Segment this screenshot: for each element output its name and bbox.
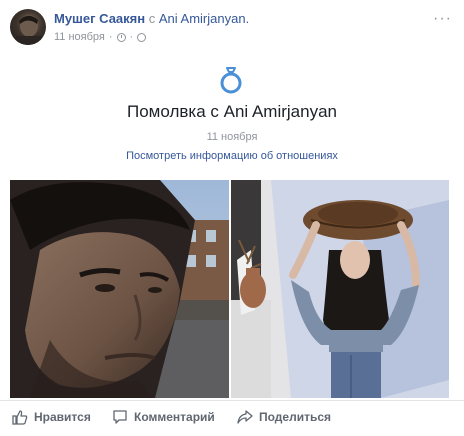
author-name-link[interactable]: Мушег Саакян	[54, 11, 145, 26]
comment-label: Комментарий	[134, 410, 215, 424]
post-date-link[interactable]: 11 ноября	[54, 31, 105, 43]
relationship-info-link[interactable]: Посмотреть информацию об отношениях	[0, 150, 464, 162]
meta-separator: ·	[108, 31, 113, 43]
tagged-person-link[interactable]: Ani Amirjanyan.	[159, 11, 249, 26]
like-button[interactable]: Нравится	[12, 409, 91, 425]
author-connector: с	[148, 11, 156, 26]
more-options-button[interactable]: ···	[433, 10, 452, 28]
author-line: Мушег Саакян с Ani Amirjanyan.	[54, 11, 249, 26]
share-label: Поделиться	[259, 410, 332, 424]
life-event-title: Помолвка с Ani Amirjanyan	[127, 102, 337, 121]
photo-right[interactable]	[231, 180, 449, 398]
thumbs-up-icon	[12, 410, 28, 425]
like-label: Нравится	[34, 410, 91, 424]
post-actions-bar: Нравится Комментарий Поделиться	[0, 400, 464, 436]
share-button[interactable]: Поделиться	[237, 409, 331, 425]
photo-left[interactable]	[10, 180, 229, 398]
clock-icon	[116, 32, 126, 42]
post-meta: 11 ноября · ·	[54, 31, 147, 43]
author-avatar[interactable]	[10, 9, 46, 45]
privacy-icon[interactable]	[137, 32, 147, 42]
share-arrow-icon	[237, 410, 253, 424]
comment-button[interactable]: Комментарий	[112, 409, 215, 425]
meta-separator: ·	[129, 31, 134, 43]
life-event-date: 11 ноября	[206, 131, 258, 143]
engagement-ring-icon	[220, 67, 242, 94]
post-card: Мушег Саакян с Ani Amirjanyan. 11 ноября…	[0, 0, 464, 435]
comment-icon	[113, 410, 127, 424]
